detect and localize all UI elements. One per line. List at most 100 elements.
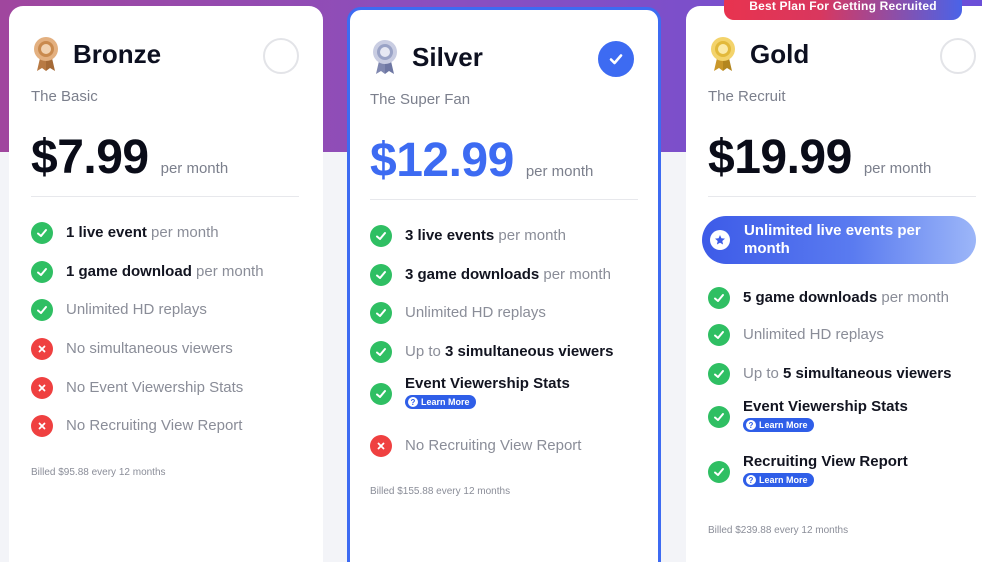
- feature-item: Up to 5 simultaneous viewers: [708, 363, 982, 385]
- feature-item: Recruiting View Report ? Learn More: [708, 453, 982, 487]
- plan-price: $19.99: [708, 131, 852, 184]
- x-icon: [31, 415, 53, 437]
- feature-text: Event Viewership Stats: [743, 398, 908, 415]
- feature-text: Up to: [743, 365, 784, 382]
- feature-item: Unlimited HD replays: [370, 302, 650, 324]
- billing-note: Billed $155.88 every 12 months: [370, 486, 511, 497]
- check-icon: [31, 299, 53, 321]
- feature-text: Unlimited HD replays: [743, 326, 884, 343]
- plan-name: Bronze: [73, 38, 162, 69]
- feature-item: 1 game download per month: [31, 261, 311, 283]
- unlimited-events-highlight: Unlimited live events per month: [702, 216, 976, 264]
- feature-item: No simultaneous viewers: [31, 338, 311, 360]
- bronze-medal-icon: [31, 36, 61, 72]
- highlight-text: Unlimited live events per: [744, 222, 921, 239]
- feature-item: Event Viewership Stats ? Learn More: [708, 398, 982, 432]
- feature-item: Unlimited HD replays: [708, 324, 982, 346]
- feature-item: 3 live events per month: [370, 225, 650, 247]
- billing-note: Billed $239.88 every 12 months: [708, 525, 849, 536]
- check-icon: [708, 287, 730, 309]
- learn-more-button[interactable]: ? Learn More: [405, 395, 476, 409]
- feature-text: Unlimited HD replays: [66, 301, 207, 318]
- plan-subtitle: The Super Fan: [370, 91, 471, 108]
- learn-more-label: Learn More: [421, 397, 470, 407]
- check-icon: [31, 261, 53, 283]
- feature-text: No Recruiting View Report: [405, 437, 582, 454]
- price-row: $12.99 per month: [370, 133, 593, 188]
- check-icon: [708, 461, 730, 483]
- check-icon: [370, 383, 392, 405]
- highlight-text: month: [744, 240, 790, 257]
- feature-item: No Event Viewership Stats: [31, 377, 311, 399]
- feature-bold: 5 game downloads: [743, 289, 878, 306]
- check-icon: [370, 264, 392, 286]
- price-period: per month: [863, 160, 932, 177]
- price-period: per month: [160, 160, 229, 177]
- check-icon: [708, 406, 730, 428]
- check-icon: [370, 225, 392, 247]
- feature-text: Unlimited HD replays: [405, 304, 546, 321]
- plan-price: $7.99: [31, 131, 149, 184]
- question-icon: ?: [746, 475, 756, 485]
- check-icon: [31, 222, 53, 244]
- silver-medal-icon: [370, 39, 400, 75]
- check-icon: [708, 324, 730, 346]
- learn-more-label: Learn More: [759, 420, 808, 430]
- feature-text: No simultaneous viewers: [66, 340, 233, 357]
- x-icon: [370, 435, 392, 457]
- feature-text: per month: [877, 289, 949, 306]
- feature-bold: 5 simultaneous viewers: [783, 365, 952, 382]
- feature-text: Event Viewership Stats: [405, 375, 570, 392]
- feature-text: Recruiting View Report: [743, 453, 908, 470]
- feature-text: No Recruiting View Report: [66, 417, 243, 434]
- feature-item: No Recruiting View Report: [31, 415, 311, 437]
- plan-name: Silver: [412, 41, 483, 72]
- divider: [708, 196, 976, 197]
- divider: [370, 199, 638, 200]
- feature-item: Event Viewership Stats ? Learn More: [370, 375, 650, 409]
- feature-bold: 1 game download: [66, 263, 192, 280]
- feature-text: per month: [539, 266, 611, 283]
- gold-medal-icon: [708, 36, 738, 72]
- plan-header: Gold: [708, 36, 809, 72]
- feature-item: 3 game downloads per month: [370, 264, 650, 286]
- feature-item: No Recruiting View Report: [370, 435, 650, 457]
- feature-bold: 1 live event: [66, 224, 147, 241]
- question-icon: ?: [746, 420, 756, 430]
- plan-card-bronze[interactable]: Bronze The Basic $7.99 per month 1 live …: [9, 6, 323, 562]
- price-row: $19.99 per month: [708, 130, 931, 185]
- price-row: $7.99 per month: [31, 130, 228, 185]
- select-plan-radio[interactable]: [940, 38, 976, 74]
- divider: [31, 196, 299, 197]
- learn-more-button[interactable]: ? Learn More: [743, 473, 814, 487]
- x-icon: [31, 338, 53, 360]
- check-icon: [370, 302, 392, 324]
- feature-text: per month: [191, 263, 264, 280]
- feature-text: per month: [146, 224, 219, 241]
- x-icon: [31, 377, 53, 399]
- plan-name: Gold: [750, 38, 810, 69]
- feature-text: No Event Viewership Stats: [66, 379, 244, 396]
- feature-bold: 3 simultaneous viewers: [445, 343, 614, 360]
- best-plan-badge: Best Plan For Getting Recruited: [724, 0, 962, 20]
- plan-card-silver[interactable]: Silver The Super Fan $12.99 per month 3 …: [347, 7, 661, 562]
- plan-card-gold[interactable]: Gold The Recruit $19.99 per month Unlimi…: [686, 6, 982, 562]
- check-icon: [370, 341, 392, 363]
- price-period: per month: [525, 163, 594, 180]
- plan-price: $12.99: [370, 134, 514, 187]
- feature-item: 1 live event per month: [31, 222, 311, 244]
- plan-header: Silver: [370, 39, 483, 75]
- learn-more-button[interactable]: ? Learn More: [743, 418, 814, 432]
- feature-item: Unlimited HD replays: [31, 299, 311, 321]
- feature-item: Up to 3 simultaneous viewers: [370, 341, 650, 363]
- checkmark-icon: [609, 54, 623, 65]
- star-icon: [710, 230, 730, 250]
- feature-item: 5 game downloads per month: [708, 287, 982, 309]
- billing-note: Billed $95.88 every 12 months: [31, 467, 166, 478]
- learn-more-label: Learn More: [759, 475, 808, 485]
- select-plan-radio[interactable]: [263, 38, 299, 74]
- plan-subtitle: The Recruit: [708, 88, 786, 105]
- feature-bold: 3 live events: [405, 227, 495, 244]
- select-plan-radio[interactable]: [598, 41, 634, 77]
- question-icon: ?: [408, 397, 418, 407]
